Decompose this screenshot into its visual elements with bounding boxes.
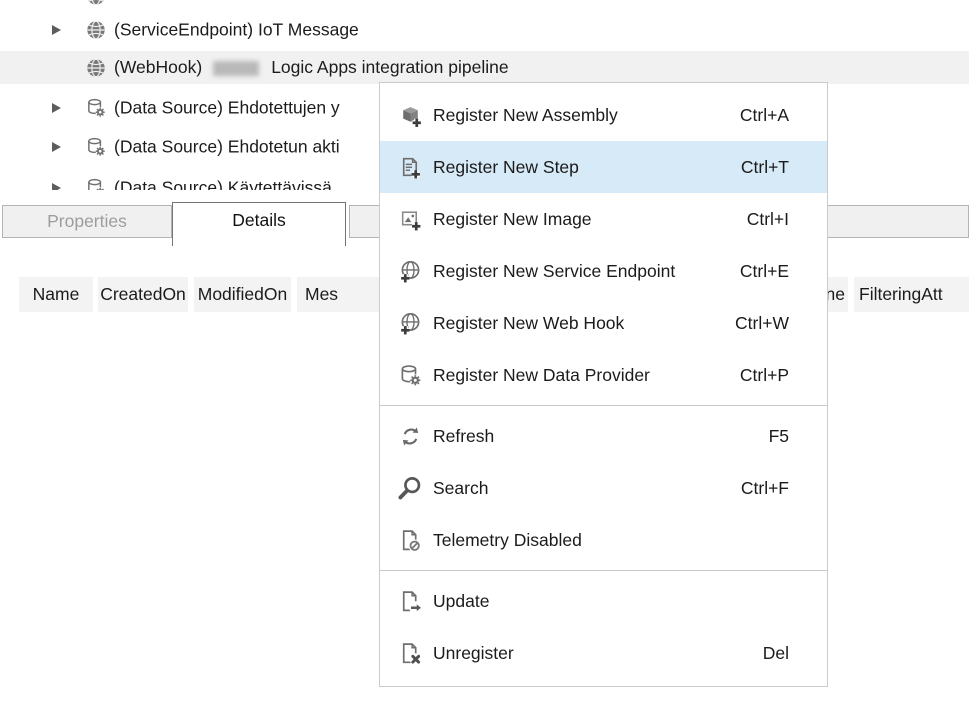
menu-item-register-new-step[interactable]: Register New Step Ctrl+T bbox=[380, 141, 827, 193]
menu-item-label: Update bbox=[433, 591, 489, 612]
tree-row-serviceendpoint[interactable]: (ServiceEndpoint) IoT Message bbox=[0, 13, 969, 47]
menu-item-shortcut: Ctrl+I bbox=[747, 209, 789, 230]
menu-item-shortcut: Ctrl+T bbox=[741, 157, 789, 178]
expander-arrow-icon[interactable] bbox=[52, 183, 61, 191]
column-header-modifiedon[interactable]: ModifiedOn bbox=[194, 277, 291, 312]
tab-label: Details bbox=[232, 210, 286, 231]
menu-item-label: Register New Image bbox=[433, 209, 592, 230]
menu-item-shortcut: Ctrl+F bbox=[741, 478, 789, 499]
menu-item-register-new-image[interactable]: Register New Image Ctrl+I bbox=[380, 193, 827, 245]
tree-row-partial[interactable] bbox=[0, 0, 969, 13]
menu-item-search[interactable]: Search Ctrl+F bbox=[380, 462, 827, 514]
tree-row-label: (Data Source) Ehdotetun akti bbox=[114, 137, 340, 158]
menu-item-label: Unregister bbox=[433, 643, 514, 664]
menu-item-label: Register New Service Endpoint bbox=[433, 261, 675, 282]
menu-item-telemetry-disabled[interactable]: Telemetry Disabled bbox=[380, 514, 827, 566]
menu-item-unregister[interactable]: Unregister Del bbox=[380, 627, 827, 679]
search-icon bbox=[397, 475, 424, 502]
column-header-filteringattributes-clipped[interactable]: FilteringAtt bbox=[854, 277, 969, 312]
expander-arrow-icon[interactable] bbox=[52, 103, 61, 113]
menu-item-update[interactable]: Update bbox=[380, 575, 827, 627]
menu-item-refresh[interactable]: Refresh F5 bbox=[380, 410, 827, 462]
tree-row-label-suffix: Logic Apps integration pipeline bbox=[271, 57, 508, 78]
expander-arrow-icon[interactable] bbox=[52, 142, 61, 152]
image-plus-icon bbox=[397, 206, 424, 233]
globe-icon bbox=[85, 57, 107, 79]
menu-item-shortcut: Del bbox=[763, 643, 789, 664]
menu-separator bbox=[380, 405, 827, 406]
globe-plus-icon bbox=[397, 310, 424, 337]
menu-item-label: Refresh bbox=[433, 426, 494, 447]
menu-item-label: Telemetry Disabled bbox=[433, 530, 582, 551]
menu-separator bbox=[380, 570, 827, 571]
document-arrow-icon bbox=[397, 588, 424, 615]
datasource-gear-icon bbox=[85, 97, 107, 119]
expander-arrow-icon[interactable] bbox=[52, 25, 61, 35]
datasource-gear-icon bbox=[85, 136, 107, 158]
tree-row-webhook-selected[interactable]: (WebHook) Logic Apps integration pipelin… bbox=[0, 51, 969, 84]
assembly-plus-icon bbox=[397, 102, 424, 129]
globe-icon bbox=[85, 0, 107, 7]
menu-item-shortcut: F5 bbox=[769, 426, 789, 447]
redacted-text-block bbox=[213, 61, 259, 76]
tab-label: Properties bbox=[47, 211, 127, 232]
context-menu: Register New Assembly Ctrl+A Register Ne… bbox=[379, 82, 828, 687]
tree-row-label: (ServiceEndpoint) IoT Message bbox=[114, 20, 359, 41]
tree-row-label: (Data Source) Ehdotettujen y bbox=[114, 98, 340, 119]
menu-item-label: Register New Step bbox=[433, 157, 579, 178]
globe-plus-icon bbox=[397, 258, 424, 285]
menu-item-register-new-service-endpoint[interactable]: Register New Service Endpoint Ctrl+E bbox=[380, 245, 827, 297]
tab-properties[interactable]: Properties bbox=[2, 205, 172, 238]
menu-item-register-new-web-hook[interactable]: Register New Web Hook Ctrl+W bbox=[380, 297, 827, 349]
datasource-gear-icon bbox=[397, 362, 424, 389]
menu-item-register-new-assembly[interactable]: Register New Assembly Ctrl+A bbox=[380, 89, 827, 141]
datasource-gear-icon bbox=[85, 177, 107, 190]
tree-row-label: (Data Source) Käytettävissä bbox=[114, 178, 332, 191]
menu-item-register-new-data-provider[interactable]: Register New Data Provider Ctrl+P bbox=[380, 349, 827, 401]
menu-item-shortcut: Ctrl+P bbox=[740, 365, 789, 386]
menu-item-label: Register New Web Hook bbox=[433, 313, 624, 334]
refresh-icon bbox=[397, 423, 424, 450]
step-plus-icon bbox=[397, 154, 424, 181]
menu-item-label: Search bbox=[433, 478, 488, 499]
menu-item-shortcut: Ctrl+A bbox=[740, 105, 789, 126]
document-x-icon bbox=[397, 640, 424, 667]
tree-row-label-prefix: (WebHook) bbox=[114, 57, 202, 78]
column-header-name[interactable]: Name bbox=[19, 277, 93, 312]
menu-item-label: Register New Assembly bbox=[433, 105, 618, 126]
globe-icon bbox=[85, 19, 107, 41]
column-header-createdon[interactable]: CreatedOn bbox=[98, 277, 188, 312]
document-blocked-icon bbox=[397, 527, 424, 554]
menu-item-label: Register New Data Provider bbox=[433, 365, 650, 386]
menu-item-shortcut: Ctrl+W bbox=[735, 313, 789, 334]
tab-details[interactable]: Details bbox=[172, 202, 346, 246]
menu-item-shortcut: Ctrl+E bbox=[740, 261, 789, 282]
